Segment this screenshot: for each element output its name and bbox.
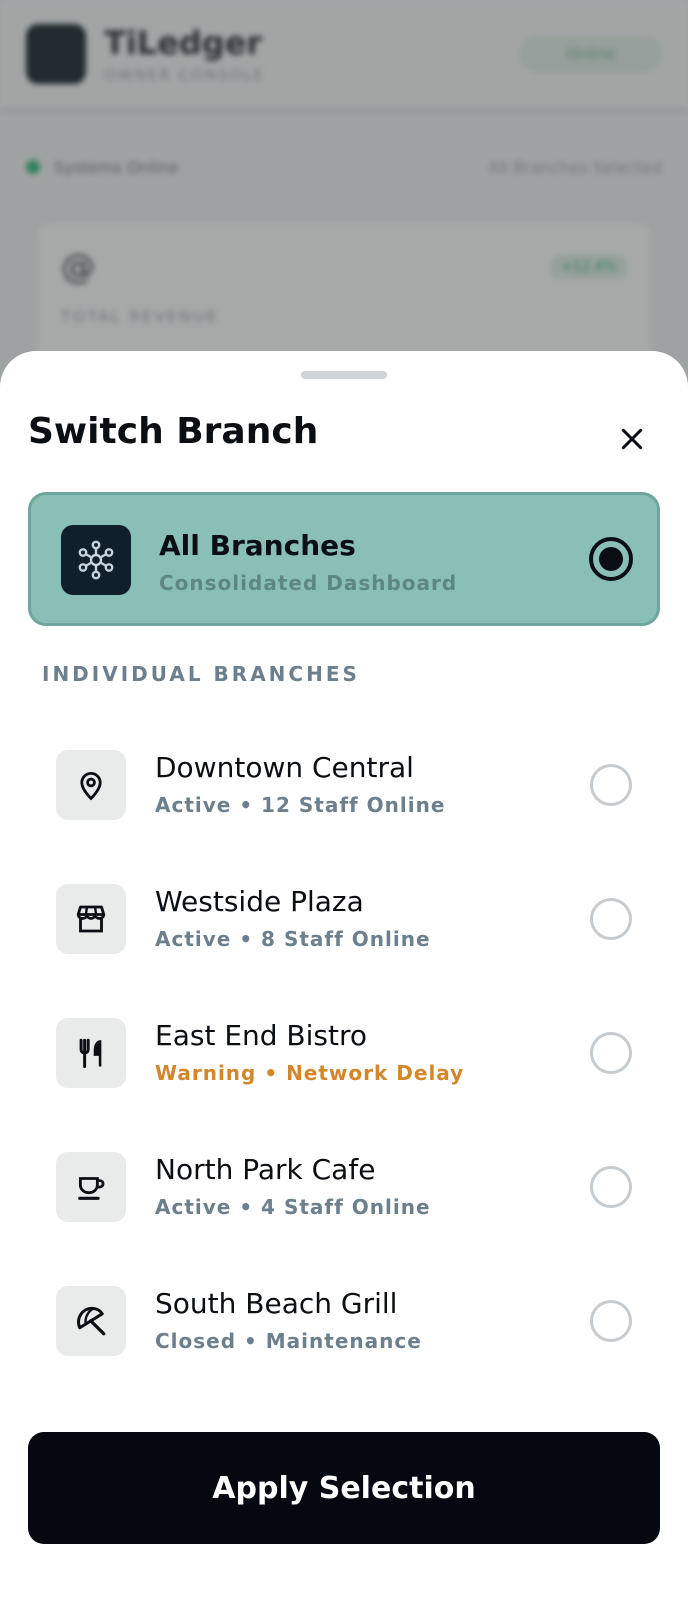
branch-radio[interactable] — [590, 898, 632, 940]
branch-name: Westside Plaza — [155, 885, 364, 918]
branch-radio[interactable] — [590, 1032, 632, 1074]
close-icon — [621, 428, 643, 450]
section-label-individual-branches: INDIVIDUAL BRANCHES — [42, 662, 360, 686]
branch-icon-tile — [56, 750, 126, 820]
branch-icon-tile — [56, 1152, 126, 1222]
all-branches-icon-tile — [61, 525, 131, 595]
network-hub-icon — [78, 540, 114, 580]
branch-status: Active • 8 Staff Online — [155, 927, 431, 951]
branch-item-downtown-central[interactable]: Downtown Central Active • 12 Staff Onlin… — [28, 729, 660, 839]
sheet-title: Switch Branch — [28, 411, 319, 452]
umbrella-icon — [77, 1306, 106, 1336]
branch-name: South Beach Grill — [155, 1287, 398, 1320]
storefront-icon — [76, 905, 106, 933]
all-branches-radio[interactable] — [589, 537, 633, 581]
utensils-icon — [79, 1038, 102, 1068]
branch-icon-tile — [56, 1018, 126, 1088]
branch-status: Active • 4 Staff Online — [155, 1195, 431, 1219]
map-pin-icon — [80, 771, 102, 801]
branch-name: Downtown Central — [155, 751, 414, 784]
coffee-cup-icon — [78, 1177, 105, 1200]
branch-status: Closed • Maintenance — [155, 1329, 422, 1353]
branch-radio[interactable] — [590, 764, 632, 806]
switch-branch-sheet: Switch Branch All Branches Consolidated … — [0, 351, 688, 1600]
branch-status: Warning • Network Delay — [155, 1061, 465, 1085]
branch-item-westside-plaza[interactable]: Westside Plaza Active • 8 Staff Online — [28, 863, 660, 973]
branch-icon-tile — [56, 884, 126, 954]
all-branches-name: All Branches — [159, 529, 356, 562]
branch-icon-tile — [56, 1286, 126, 1356]
branch-status: Active • 12 Staff Online — [155, 793, 446, 817]
branch-name: North Park Cafe — [155, 1153, 376, 1186]
close-button[interactable] — [608, 415, 656, 463]
branch-name: East End Bistro — [155, 1019, 368, 1052]
branch-item-north-park-cafe[interactable]: North Park Cafe Active • 4 Staff Online — [28, 1131, 660, 1241]
branch-item-south-beach-grill[interactable]: South Beach Grill Closed • Maintenance — [28, 1265, 660, 1375]
branch-item-east-end-bistro[interactable]: East End Bistro Warning • Network Delay — [28, 997, 660, 1107]
all-branches-subtitle: Consolidated Dashboard — [159, 571, 458, 595]
sheet-drag-handle[interactable] — [301, 371, 387, 379]
branch-radio[interactable] — [590, 1300, 632, 1342]
all-branches-option[interactable]: All Branches Consolidated Dashboard — [28, 492, 660, 626]
branch-radio[interactable] — [590, 1166, 632, 1208]
apply-selection-button[interactable]: Apply Selection — [28, 1432, 660, 1544]
